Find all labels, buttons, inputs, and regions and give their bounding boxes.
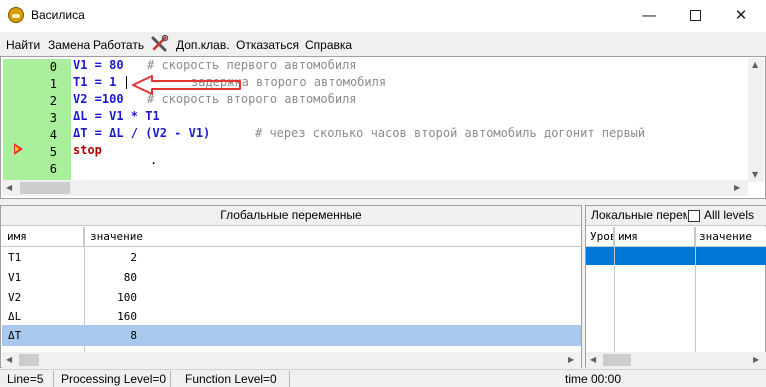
close-button[interactable]: ✕ bbox=[718, 0, 764, 31]
editor-horizontal-scrollbar[interactable]: ◀ ▶ bbox=[2, 180, 748, 196]
tools-icon[interactable] bbox=[150, 35, 170, 53]
line-number: 2 bbox=[49, 94, 57, 108]
window-title: Василиса bbox=[31, 8, 85, 22]
all-levels-checkbox[interactable] bbox=[688, 210, 700, 222]
code-line-5: stop bbox=[73, 143, 102, 157]
all-levels-label: Alll levels bbox=[704, 208, 755, 222]
line-number: 0 bbox=[49, 60, 57, 74]
status-time: time 00:00 bbox=[565, 372, 622, 386]
local-variables-title: Локальные переменные bbox=[591, 208, 687, 222]
text-cursor bbox=[126, 76, 127, 89]
scroll-up-icon[interactable]: ▲ bbox=[752, 60, 758, 69]
scroll-thumb[interactable] bbox=[20, 182, 70, 194]
menu-item-help[interactable]: Справка bbox=[305, 38, 352, 52]
annotation-arrow bbox=[132, 75, 241, 95]
close-icon: ✕ bbox=[734, 6, 748, 24]
scroll-left-icon[interactable]: ◀ bbox=[6, 183, 12, 192]
app-icon[interactable] bbox=[8, 7, 24, 23]
scroll-left-icon[interactable]: ◀ bbox=[590, 355, 596, 364]
locals-horizontal-scrollbar[interactable]: ◀ ▶ bbox=[586, 352, 766, 368]
scroll-thumb[interactable] bbox=[19, 354, 39, 366]
menu-item-cancel[interactable]: Отказаться bbox=[236, 38, 299, 52]
scroll-down-icon[interactable]: ▼ bbox=[752, 170, 758, 179]
code-line-6: . bbox=[150, 153, 158, 167]
minimize-button[interactable]: — bbox=[626, 0, 672, 31]
line-number: 5 bbox=[49, 145, 57, 159]
code-comment-0: # скорость первого автомобиля bbox=[147, 58, 357, 72]
scroll-right-icon[interactable]: ▶ bbox=[568, 355, 574, 364]
column-divider bbox=[614, 227, 615, 352]
menu-item-extra-keyboard[interactable]: Доп.клав. bbox=[176, 38, 230, 52]
column-header-name[interactable]: имя bbox=[614, 227, 695, 247]
variable-value: 160 bbox=[117, 310, 137, 323]
menu-item-run[interactable]: Работать bbox=[93, 38, 144, 52]
variable-value: 100 bbox=[117, 291, 137, 304]
code-line-4: ΔT = ΔL / (V2 - V1) bbox=[73, 126, 211, 140]
variable-name: ΔT bbox=[8, 329, 22, 342]
menu-bar: Найти Замена Работать Доп.клав. Отказать… bbox=[0, 34, 766, 56]
title-bar: Василиса — ✕ bbox=[0, 0, 766, 32]
status-function-level: Function Level=0 bbox=[180, 371, 290, 387]
line-number-gutter: 0 1 2 3 4 5 6 bbox=[3, 59, 71, 181]
column-header-name[interactable]: имя bbox=[1, 227, 84, 247]
code-comment-4: # через сколько часов второй автомобиль … bbox=[255, 126, 646, 140]
scroll-thumb[interactable] bbox=[603, 354, 631, 366]
line-number: 4 bbox=[49, 128, 57, 142]
variable-value: 2 bbox=[130, 251, 137, 264]
table-row-selected[interactable] bbox=[586, 247, 766, 265]
globals-horizontal-scrollbar[interactable]: ◀ ▶ bbox=[2, 352, 581, 368]
variable-name: T1 bbox=[8, 251, 22, 264]
variable-name: V1 bbox=[8, 271, 22, 284]
scroll-right-icon[interactable]: ▶ bbox=[734, 183, 740, 192]
scroll-right-icon[interactable]: ▶ bbox=[753, 355, 759, 364]
menu-item-find[interactable]: Найти bbox=[6, 38, 40, 52]
status-processing-level: Processing Level=0 bbox=[56, 371, 171, 387]
status-bar: Line=5 Processing Level=0 Function Level… bbox=[0, 369, 766, 387]
code-line-2: V2 =100 bbox=[73, 92, 124, 106]
maximize-button[interactable] bbox=[672, 0, 718, 31]
global-variables-title: Глобальные переменные bbox=[1, 206, 581, 226]
local-variables-header: Локальные переменные Alll levels bbox=[586, 206, 766, 226]
column-divider bbox=[695, 227, 696, 352]
table-row[interactable]: V1 80 bbox=[2, 267, 581, 289]
local-variables-panel: Локальные переменные Alll levels Уровень… bbox=[585, 205, 766, 368]
variable-name: ΔL bbox=[8, 310, 22, 323]
maximize-icon bbox=[690, 10, 701, 21]
code-line-3: ΔL = V1 * T1 bbox=[73, 109, 160, 123]
variable-value: 80 bbox=[123, 271, 137, 284]
code-line-0: V1 = 80 bbox=[73, 58, 124, 72]
table-row-selected[interactable]: ΔT 8 bbox=[2, 325, 581, 346]
variable-value: 8 bbox=[130, 329, 137, 342]
column-header-value[interactable]: значение bbox=[84, 227, 581, 247]
line-number: 6 bbox=[49, 162, 57, 176]
column-header-value[interactable]: значение bbox=[695, 227, 766, 247]
scroll-left-icon[interactable]: ◀ bbox=[6, 355, 12, 364]
breakpoint-arrow-inner bbox=[15, 146, 19, 152]
line-number: 3 bbox=[49, 111, 57, 125]
menu-item-replace[interactable]: Замена bbox=[48, 38, 90, 52]
variable-name: V2 bbox=[8, 291, 22, 304]
status-line: Line=5 bbox=[2, 371, 54, 387]
editor-vertical-scrollbar[interactable]: ▲ ▼ bbox=[748, 58, 764, 182]
line-number: 1 bbox=[49, 77, 57, 91]
global-variables-panel: Глобальные переменные имя значение T1 2 … bbox=[0, 205, 582, 368]
column-header-level[interactable]: Уровень bbox=[586, 227, 614, 247]
table-row[interactable]: T1 2 bbox=[2, 247, 581, 269]
minimize-icon: — bbox=[641, 6, 657, 24]
code-line-1: T1 = 1 bbox=[73, 75, 117, 89]
